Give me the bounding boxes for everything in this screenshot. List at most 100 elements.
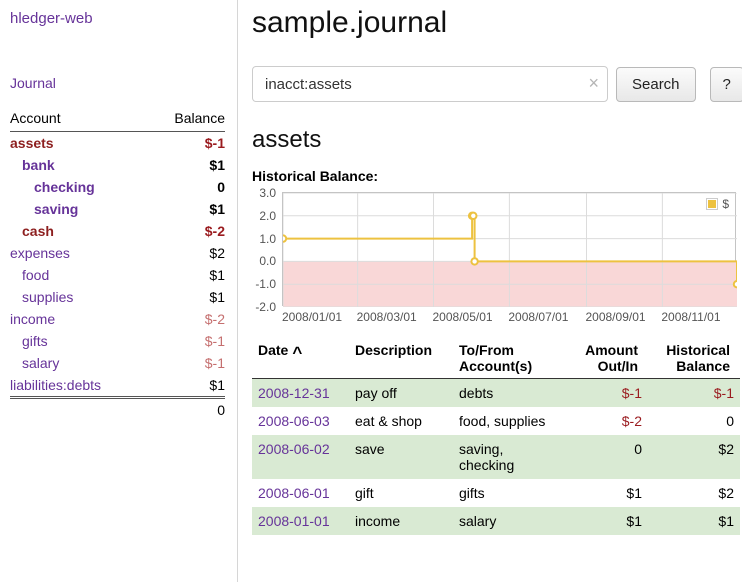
main-content: sample.journal × Search ? assets Histori… [238, 0, 742, 582]
clear-search-icon[interactable]: × [588, 73, 599, 94]
register-row: 2008-12-31 pay off debts $-1 $-1 [252, 379, 740, 408]
account-link[interactable]: checking [34, 179, 95, 195]
x-tick-label: 2008/05/01 [433, 310, 493, 324]
y-tick-label: 0.0 [259, 255, 276, 267]
hledger-web-page: hledger-web Journal Account Balance asse… [0, 0, 742, 582]
account-balance: $-1 [148, 132, 225, 155]
legend-swatch [706, 198, 718, 210]
accounts-header-account: Account [10, 107, 148, 132]
account-row: food $1 [10, 264, 225, 286]
help-button[interactable]: ? [710, 67, 742, 102]
chart-canvas [283, 193, 737, 307]
legend-label: $ [722, 197, 729, 211]
account-link[interactable]: bank [22, 157, 55, 173]
transaction-amount: $1 [571, 479, 648, 507]
x-tick-label: 2008/03/01 [357, 310, 417, 324]
search-input[interactable] [252, 66, 608, 102]
account-link[interactable]: liabilities:debts [10, 377, 101, 393]
register-body: 2008-12-31 pay off debts $-1 $-1 2008-06… [252, 379, 740, 536]
transaction-amount: $-2 [571, 407, 648, 435]
account-row: checking 0 [10, 176, 225, 198]
account-balance: 0 [148, 176, 225, 198]
account-balance: $-2 [148, 308, 225, 330]
transaction-accounts: gifts [453, 479, 571, 507]
chart-y-axis: 3.02.01.00.0-1.0-2.0 [252, 192, 282, 308]
sort-by-date-link[interactable]: Date^ [258, 342, 302, 358]
account-balance: $1 [148, 286, 225, 308]
account-row: cash $-2 [10, 220, 225, 242]
account-balance: $-2 [148, 220, 225, 242]
register-header-balance: Historical Balance [648, 340, 740, 379]
transaction-date-link[interactable]: 2008-12-31 [258, 385, 330, 401]
x-tick-label: 2008/01/01 [282, 310, 342, 324]
account-row: supplies $1 [10, 286, 225, 308]
transaction-balance: $2 [648, 479, 740, 507]
register-table: Date^ Description To/From Account(s) Amo… [252, 340, 740, 535]
register-header-accounts: To/From Account(s) [453, 340, 571, 379]
account-row: saving $1 [10, 198, 225, 220]
account-link[interactable]: gifts [22, 333, 48, 349]
transaction-amount: $-1 [571, 379, 648, 408]
transaction-description: gift [349, 479, 453, 507]
account-balance: $2 [148, 242, 225, 264]
register-header-row: Date^ Description To/From Account(s) Amo… [252, 340, 740, 379]
x-tick-label: 2008/07/01 [508, 310, 568, 324]
chart-title: Historical Balance: [252, 168, 742, 184]
accounts-table: Account Balance assets $-1 bank $1 check… [10, 107, 225, 421]
y-tick-label: 2.0 [259, 210, 276, 222]
sidebar: hledger-web Journal Account Balance asse… [0, 0, 238, 582]
transaction-accounts: saving, checking [453, 435, 571, 479]
transaction-date-link[interactable]: 2008-06-03 [258, 413, 330, 429]
chart-plot-column: $ 2008/01/01 2008/03/01 2008/05/01 2008/07/… [282, 192, 736, 324]
register-header-description: Description [349, 340, 453, 379]
transaction-accounts: debts [453, 379, 571, 408]
account-link[interactable]: income [10, 311, 55, 327]
x-tick-label: 2008/09/01 [585, 310, 645, 324]
transaction-balance: 0 [648, 407, 740, 435]
historical-balance-chart: 3.02.01.00.0-1.0-2.0 $ 2008/01/012008/03… [252, 192, 742, 324]
account-link[interactable]: salary [22, 355, 59, 371]
account-balance: $1 [148, 264, 225, 286]
account-link[interactable]: saving [34, 201, 78, 217]
account-row: income $-2 [10, 308, 225, 330]
y-tick-label: 3.0 [259, 187, 276, 199]
account-heading: assets [252, 126, 742, 154]
accounts-header-balance: Balance [148, 107, 225, 132]
app-title-link[interactable]: hledger-web [10, 10, 225, 27]
register-row: 2008-06-01 gift gifts $1 $2 [252, 479, 740, 507]
transaction-description: eat & shop [349, 407, 453, 435]
account-link[interactable]: expenses [10, 245, 70, 261]
transaction-description: pay off [349, 379, 453, 408]
transaction-description: income [349, 507, 453, 535]
transaction-date-link[interactable]: 2008-06-01 [258, 485, 330, 501]
transaction-balance: $2 [648, 435, 740, 479]
transaction-description: save [349, 435, 453, 479]
register-row: 2008-01-01 income salary $1 $1 [252, 507, 740, 535]
account-link[interactable]: cash [22, 223, 54, 239]
transaction-accounts: food, supplies [453, 407, 571, 435]
accounts-header-row: Account Balance [10, 107, 225, 132]
account-row: gifts $-1 [10, 330, 225, 352]
account-link[interactable]: assets [10, 135, 54, 151]
chart-plot-area: $ [282, 192, 736, 306]
account-row: liabilities:debts $1 [10, 374, 225, 398]
nav-journal-link[interactable]: Journal [10, 75, 225, 91]
account-link[interactable]: food [22, 267, 49, 283]
search-form: × Search ? [252, 66, 742, 102]
y-tick-label: -1.0 [255, 278, 276, 290]
account-link[interactable]: supplies [22, 289, 73, 305]
accounts-table-body: assets $-1 bank $1 checking 0 saving $1 … [10, 132, 225, 398]
y-tick-label: 1.0 [259, 233, 276, 245]
y-tick-label: -2.0 [255, 301, 276, 313]
accounts-total-row: 0 [10, 398, 225, 422]
transaction-date-link[interactable]: 2008-01-01 [258, 513, 330, 529]
accounts-total-spacer [10, 398, 148, 422]
account-row: assets $-1 [10, 132, 225, 155]
account-balance: $1 [148, 154, 225, 176]
transaction-amount: 0 [571, 435, 648, 479]
transaction-amount: $1 [571, 507, 648, 535]
account-balance: $1 [148, 198, 225, 220]
account-row: bank $1 [10, 154, 225, 176]
search-button[interactable]: Search [616, 67, 696, 102]
transaction-date-link[interactable]: 2008-06-02 [258, 441, 330, 457]
